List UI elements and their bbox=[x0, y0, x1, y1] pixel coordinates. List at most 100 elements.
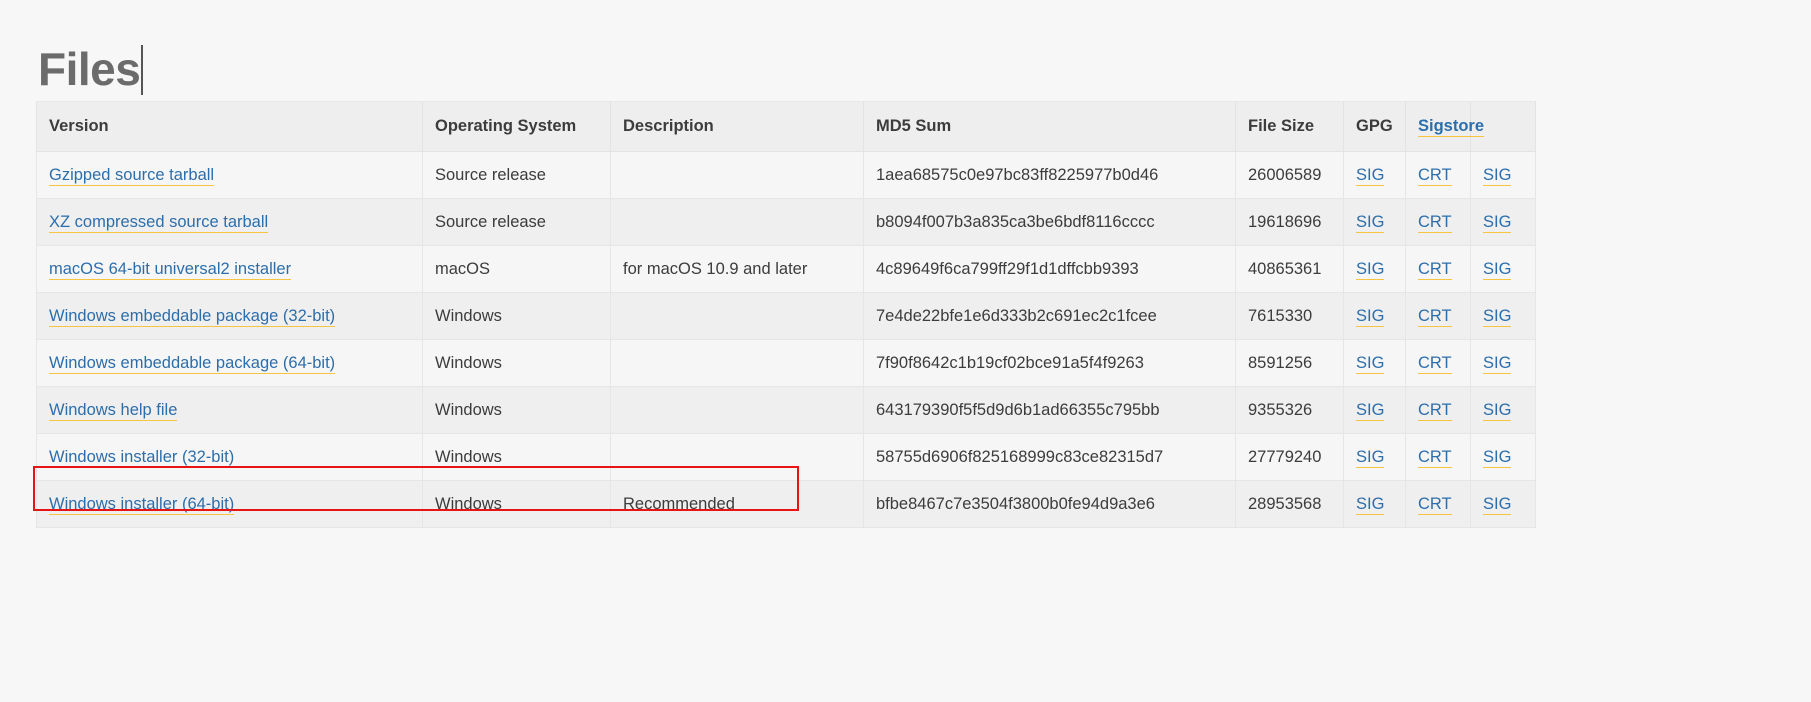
cell-operating-system-text: macOS bbox=[435, 259, 491, 278]
column-header-file-size-label: File Size bbox=[1248, 117, 1315, 135]
sigstore-sig-link[interactable]: SIG bbox=[1483, 212, 1512, 233]
cell-gpg: SIG bbox=[1343, 245, 1406, 293]
cell-file-size-text: 7615330 bbox=[1248, 306, 1313, 325]
cell-sigstore-crt: CRT bbox=[1405, 386, 1471, 434]
cell-file-size: 19618696 bbox=[1235, 198, 1344, 246]
sigstore-sig-link[interactable]: SIG bbox=[1483, 306, 1512, 327]
sigstore-sig-link[interactable]: SIG bbox=[1483, 400, 1512, 421]
column-header-file-size: File Size bbox=[1235, 101, 1344, 152]
sigstore-crt-link[interactable]: CRT bbox=[1418, 165, 1452, 186]
cell-sigstore-sig: SIG bbox=[1470, 433, 1536, 481]
cell-operating-system-text: Windows bbox=[435, 306, 502, 325]
cell-md5-sum-text: bfbe8467c7e3504f3800b0fe94d9a3e6 bbox=[876, 494, 1155, 513]
cell-operating-system-text: Windows bbox=[435, 447, 502, 466]
version-download-link[interactable]: Windows installer (32-bit) bbox=[49, 447, 235, 468]
cell-operating-system: Windows bbox=[422, 433, 611, 481]
version-download-link[interactable]: Windows embeddable package (32-bit) bbox=[49, 306, 336, 327]
cell-sigstore-crt: CRT bbox=[1405, 151, 1471, 199]
version-download-link[interactable]: Windows help file bbox=[49, 400, 178, 421]
version-download-link[interactable]: macOS 64-bit universal2 installer bbox=[49, 259, 292, 280]
gpg-sig-link[interactable]: SIG bbox=[1356, 165, 1385, 186]
cell-sigstore-sig: SIG bbox=[1470, 386, 1536, 434]
sigstore-crt-link[interactable]: CRT bbox=[1418, 306, 1452, 327]
column-header-sigstore[interactable]: Sigstore bbox=[1405, 101, 1485, 152]
cell-md5-sum: 1aea68575c0e97bc83ff8225977b0d46 bbox=[863, 151, 1236, 199]
cell-md5-sum: 58755d6906f825168999c83ce82315d7 bbox=[863, 433, 1236, 481]
cell-sigstore-crt: CRT bbox=[1405, 339, 1471, 387]
table-row: Gzipped source tarball Source release 1aea… bbox=[36, 151, 1536, 199]
gpg-sig-link[interactable]: SIG bbox=[1356, 306, 1385, 327]
table-row: Windows embeddable package (64-bit) Windo… bbox=[36, 339, 1536, 387]
cell-sigstore-sig: SIG bbox=[1470, 339, 1536, 387]
cell-description bbox=[610, 386, 864, 434]
sigstore-crt-link[interactable]: CRT bbox=[1418, 400, 1452, 421]
cell-md5-sum: bfbe8467c7e3504f3800b0fe94d9a3e6 bbox=[863, 480, 1236, 528]
sigstore-crt-link[interactable]: CRT bbox=[1418, 259, 1452, 280]
page-title: Files bbox=[38, 39, 144, 99]
version-download-link[interactable]: Windows installer (64-bit) bbox=[49, 494, 235, 515]
text-cursor bbox=[141, 44, 144, 95]
sigstore-crt-link[interactable]: CRT bbox=[1418, 447, 1452, 468]
sigstore-crt-link[interactable]: CRT bbox=[1418, 353, 1452, 374]
version-download-link[interactable]: Windows embeddable package (64-bit) bbox=[49, 353, 336, 374]
gpg-sig-link[interactable]: SIG bbox=[1356, 353, 1385, 374]
cell-md5-sum-text: b8094f007b3a835ca3be6bdf8116cccc bbox=[876, 212, 1155, 231]
cell-file-size: 28953568 bbox=[1235, 480, 1344, 528]
gpg-sig-link[interactable]: SIG bbox=[1356, 259, 1385, 280]
cell-file-size-text: 9355326 bbox=[1248, 400, 1313, 419]
cell-description bbox=[610, 339, 864, 387]
gpg-sig-link[interactable]: SIG bbox=[1356, 494, 1385, 515]
sigstore-sig-link[interactable]: SIG bbox=[1483, 447, 1512, 468]
column-header-gpg-label: GPG bbox=[1356, 117, 1393, 135]
sigstore-crt-link[interactable]: CRT bbox=[1418, 212, 1452, 233]
cell-sigstore-sig: SIG bbox=[1470, 292, 1536, 340]
cell-version: XZ compressed source tarball bbox=[36, 198, 423, 246]
cell-md5-sum-text: 1aea68575c0e97bc83ff8225977b0d46 bbox=[876, 165, 1159, 184]
cell-operating-system: Source release bbox=[422, 151, 611, 199]
table-row: Windows installer (32-bit) Windows 58755d6… bbox=[36, 433, 1536, 481]
files-table-container: Version Operating System Description MD5… bbox=[36, 101, 1536, 528]
gpg-sig-link[interactable]: SIG bbox=[1356, 400, 1385, 421]
cell-description-text: for macOS 10.9 and later bbox=[623, 259, 808, 278]
cell-file-size: 27779240 bbox=[1235, 433, 1344, 481]
cell-description: Recommended bbox=[610, 480, 864, 528]
cell-operating-system: Windows bbox=[422, 386, 611, 434]
version-download-link[interactable]: Gzipped source tarball bbox=[49, 165, 215, 186]
table-row: macOS 64-bit universal2 installer macOS fo… bbox=[36, 245, 1536, 293]
sigstore-crt-link[interactable]: CRT bbox=[1418, 494, 1452, 515]
gpg-sig-link[interactable]: SIG bbox=[1356, 212, 1385, 233]
cell-md5-sum-text: 643179390f5f5d9d6b1ad66355c795bb bbox=[876, 400, 1160, 419]
sigstore-sig-link[interactable]: SIG bbox=[1483, 259, 1512, 280]
cell-version: Windows help file bbox=[36, 386, 423, 434]
cell-version: Windows embeddable package (64-bit) bbox=[36, 339, 423, 387]
cell-md5-sum: 7f90f8642c1b19cf02bce91a5f4f9263 bbox=[863, 339, 1236, 387]
cell-md5-sum-text: 58755d6906f825168999c83ce82315d7 bbox=[876, 447, 1164, 466]
cell-md5-sum: b8094f007b3a835ca3be6bdf8116cccc bbox=[863, 198, 1236, 246]
cell-md5-sum-text: 4c89649f6ca799ff29f1d1dffcbb9393 bbox=[876, 259, 1139, 278]
files-table-body: Gzipped source tarball Source release 1aea… bbox=[36, 151, 1536, 528]
cell-gpg: SIG bbox=[1343, 151, 1406, 199]
sigstore-sig-link[interactable]: SIG bbox=[1483, 494, 1512, 515]
page-root: Files Version Operating System Descripti… bbox=[0, 0, 1811, 702]
table-row: Windows embeddable package (32-bit) Windo… bbox=[36, 292, 1536, 340]
sigstore-link[interactable]: Sigstore bbox=[1418, 117, 1485, 137]
cell-operating-system-text: Windows bbox=[435, 400, 502, 419]
cell-file-size-text: 19618696 bbox=[1248, 212, 1322, 231]
sigstore-sig-link[interactable]: SIG bbox=[1483, 165, 1512, 186]
cell-sigstore-sig: SIG bbox=[1470, 245, 1536, 293]
version-download-link[interactable]: XZ compressed source tarball bbox=[49, 212, 269, 233]
cell-file-size-text: 26006589 bbox=[1248, 165, 1322, 184]
cell-sigstore-crt: CRT bbox=[1405, 245, 1471, 293]
cell-md5-sum-text: 7f90f8642c1b19cf02bce91a5f4f9263 bbox=[876, 353, 1144, 372]
cell-file-size: 8591256 bbox=[1235, 339, 1344, 387]
sigstore-sig-link[interactable]: SIG bbox=[1483, 353, 1512, 374]
cell-gpg: SIG bbox=[1343, 386, 1406, 434]
table-header-row: Version Operating System Description MD5… bbox=[36, 101, 1536, 152]
cell-gpg: SIG bbox=[1343, 480, 1406, 528]
gpg-sig-link[interactable]: SIG bbox=[1356, 447, 1385, 468]
table-row: Windows installer (64-bit) Windows Recomme… bbox=[36, 480, 1536, 528]
column-header-description: Description bbox=[610, 101, 864, 152]
cell-operating-system: Source release bbox=[422, 198, 611, 246]
cell-description bbox=[610, 292, 864, 340]
cell-description-text: Recommended bbox=[623, 494, 735, 513]
